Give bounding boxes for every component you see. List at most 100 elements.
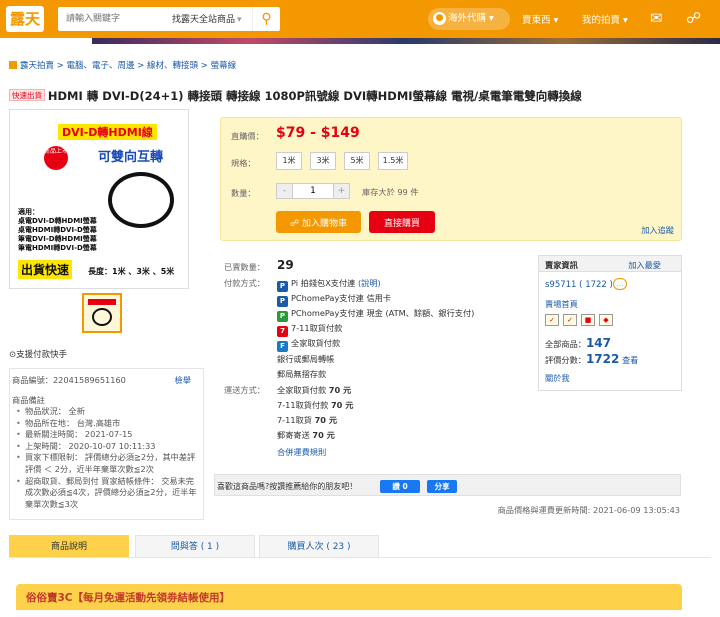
seller-name[interactable]: s95711 ( 1722 ) bbox=[545, 280, 613, 290]
notes-label: 商品備註 bbox=[12, 395, 45, 405]
ruten-logo[interactable]: 露天 bbox=[6, 6, 44, 32]
shop-banner-title: 俗俗賣3C【每月免運活動先領劵結帳使用】 bbox=[26, 592, 231, 604]
seller-card: 賣家資訊 加入最愛 s95711 ( 1722 ) … 賣場首頁 ✓ ✓ ■ ◆ 全部… bbox=[538, 255, 682, 391]
report-link[interactable]: 檢舉 bbox=[175, 374, 191, 386]
top-bar: 露天 找露天全站商品 ⚲ ● 海外代購 ▾ 賣東西 ▾ 我的拍賣 ▾ ✉ ☍ bbox=[0, 0, 720, 38]
fast-ship-badge: 快速出貨 bbox=[9, 89, 45, 101]
sell-label: 賣東西 bbox=[522, 15, 551, 26]
pay-pi-info-link[interactable]: (說明) bbox=[358, 278, 381, 288]
pi-wallet-icon: P bbox=[277, 281, 288, 292]
pay-post: 郵局無摺存款 bbox=[277, 369, 327, 379]
certified-icon: ✓ bbox=[545, 314, 559, 326]
chat-icon[interactable]: ✉ bbox=[650, 9, 663, 27]
sell-menu[interactable]: 賣東西 ▾ bbox=[522, 12, 558, 26]
code-value: 22041589651160 bbox=[52, 375, 126, 385]
usage-line: 筆電DVI-D轉HDMI螢幕 bbox=[18, 235, 97, 243]
code-label: 商品編號： bbox=[12, 375, 53, 385]
ship-family-price: 70 元 bbox=[328, 385, 352, 395]
score-view-link[interactable]: 查看 bbox=[622, 355, 638, 365]
product-title: HDMI 轉 DVI-D(24+1) 轉接頭 轉接線 1080P訊號線 DVI轉… bbox=[47, 89, 582, 103]
score-value: 1722 bbox=[585, 352, 620, 366]
seller-badges: ✓ ✓ ■ ◆ bbox=[545, 314, 617, 326]
ship-711-label: 7-11取貨 bbox=[277, 415, 312, 425]
overseas-button[interactable]: ● 海外代購 ▾ bbox=[428, 8, 510, 30]
all-count: 147 bbox=[585, 336, 612, 350]
tab-qa[interactable]: 問與答 ( 1 ) bbox=[135, 535, 255, 557]
chevron-down-icon: ▾ bbox=[486, 13, 494, 24]
fb-share-button[interactable]: 分享 bbox=[427, 480, 457, 493]
my-ruten-label: 我的拍賣 bbox=[582, 15, 621, 26]
pay-pchome-cash-label: PChomePay支付連 現金 (ATM、餘額、銀行支付) bbox=[291, 308, 475, 318]
notes-list: 物品狀況： 全新 物品所在地： 台灣.高雄市 最新關注時間： 2021-07-1… bbox=[16, 406, 202, 510]
update-time: 商品價格與運費更新時間: 2021-06-09 13:05:43 bbox=[497, 505, 680, 515]
price: $79 - $149 bbox=[276, 125, 360, 141]
image-length: 長度：1米 、3米 、5米 bbox=[88, 267, 175, 276]
tab-buyers[interactable]: 購買人次 ( 23 ) bbox=[259, 535, 379, 557]
pay-pi-label: Pi 拍錢包X支付連 bbox=[291, 278, 356, 288]
chevron-down-icon: ▾ bbox=[620, 15, 628, 26]
about-me-link[interactable]: 關於我 bbox=[545, 372, 570, 384]
ship-711-pay: 7-11取貨付款 70 元 bbox=[277, 399, 353, 411]
stock-text: 庫存大於 99 件 bbox=[362, 187, 419, 197]
score-label: 評價分數： bbox=[545, 355, 586, 365]
ship-711-price: 70 元 bbox=[314, 415, 338, 425]
product-code: 商品編號：22041589651160 bbox=[12, 374, 126, 386]
like-bar: 喜歡這商品嗎?按讚推薦給你的朋友吧！ 讚 0 分享 bbox=[214, 474, 681, 496]
list-item: 最新關注時間： 2021-07-15 bbox=[16, 429, 202, 441]
certified-icon: ✓ bbox=[563, 314, 577, 326]
cart-icon: ☍ bbox=[290, 218, 302, 229]
banner-strip[interactable] bbox=[92, 38, 720, 44]
my-ruten-menu[interactable]: 我的拍賣 ▾ bbox=[582, 12, 628, 26]
pay-family: F 全家取貨付款 bbox=[277, 337, 340, 352]
seller-head: 賣家資訊 加入最愛 bbox=[539, 256, 681, 272]
spec-option[interactable]: 1.5米 bbox=[378, 152, 408, 170]
tab-description[interactable]: 商品說明 bbox=[9, 535, 129, 557]
add-to-cart-button[interactable]: ☍ 加入購物車 bbox=[276, 211, 361, 233]
new-badge: 新品上市 bbox=[44, 146, 68, 170]
breadcrumb-text[interactable]: 露天拍賣 > 電腦、電子、周邊 > 線材、轉接頭 > 螢幕線 bbox=[20, 61, 236, 71]
combine-shipping-link[interactable]: 合併運費規則 bbox=[277, 446, 326, 458]
shop-home-link[interactable]: 賣場首頁 bbox=[545, 298, 578, 310]
product-image[interactable]: DVI-D轉HDMI線 新品上市 可雙向互轉 適用： 桌電DVI-D轉HDMI螢… bbox=[9, 109, 189, 289]
spec-option[interactable]: 5米 bbox=[344, 152, 370, 170]
overseas-label: 海外代購 bbox=[448, 13, 487, 24]
seller-all-products[interactable]: 全部商品：147 bbox=[545, 336, 611, 350]
home-icon bbox=[9, 61, 17, 69]
all-label: 全部商品： bbox=[545, 339, 586, 349]
ship-711: 7-11取貨 70 元 bbox=[277, 414, 337, 426]
seller-title: 賣家資訊 bbox=[545, 260, 578, 270]
info-panel: 商品編號：22041589651160 檢舉 商品備註 物品狀況： 全新 物品所… bbox=[9, 368, 204, 520]
fb-like-button[interactable]: 讚 0 bbox=[380, 480, 420, 493]
breadcrumb[interactable]: 露天拍賣 > 電腦、電子、周邊 > 線材、轉接頭 > 螢幕線 bbox=[9, 59, 236, 71]
usage-line: 筆電HDMI轉DVI-D螢幕 bbox=[18, 244, 97, 252]
price-box: 直購價： $79 - $149 規格： 1米 3米 5米 1.5米 數量： - … bbox=[220, 117, 682, 241]
chevron-down-icon: ▾ bbox=[550, 15, 559, 26]
pay-label: 付款方式： bbox=[224, 278, 265, 288]
list-item: 上架時間： 2020-10-07 10:11:33 bbox=[16, 441, 202, 453]
seller-score: 評價分數：1722 查看 bbox=[545, 352, 638, 366]
ship-711-pay-label: 7-11取貨付款 bbox=[277, 400, 329, 410]
buy-now-button[interactable]: 直接購買 bbox=[369, 211, 435, 233]
image-ship: 出貨快速 bbox=[18, 260, 73, 279]
add-favorite-link[interactable]: 加入最愛 bbox=[628, 259, 661, 271]
ship-post-label: 郵寄寄送 bbox=[277, 430, 310, 440]
search-input[interactable] bbox=[58, 7, 168, 31]
quantity-input[interactable] bbox=[293, 183, 333, 199]
thumbnail-bar bbox=[88, 299, 116, 305]
spec-option[interactable]: 3米 bbox=[310, 152, 336, 170]
pchome-cash-icon: P bbox=[277, 311, 288, 322]
chat-icon[interactable]: … bbox=[613, 278, 627, 290]
thumbnail[interactable] bbox=[82, 293, 122, 333]
pay-pchome-card-label: PChomePay支付連 信用卡 bbox=[291, 293, 392, 303]
search-scope-select[interactable]: 找露天全站商品 bbox=[172, 12, 242, 25]
search-icon[interactable]: ⚲ bbox=[252, 7, 280, 31]
qty-plus-button[interactable]: + bbox=[333, 183, 350, 199]
globe-icon: ● bbox=[433, 12, 446, 25]
track-link[interactable]: 加入追蹤 bbox=[641, 224, 674, 236]
cart-icon[interactable]: ☍ bbox=[686, 9, 701, 27]
list-item: 物品狀況： 全新 bbox=[16, 406, 202, 418]
spec-option[interactable]: 1米 bbox=[276, 152, 302, 170]
list-item: 超商取貨、郵局到付 買家結帳條件： 交易未完成次數必須≦4次，評價總分必須≧2分… bbox=[16, 476, 202, 511]
pchome-pay-icon: P bbox=[277, 296, 288, 307]
qty-minus-button[interactable]: - bbox=[276, 183, 293, 199]
